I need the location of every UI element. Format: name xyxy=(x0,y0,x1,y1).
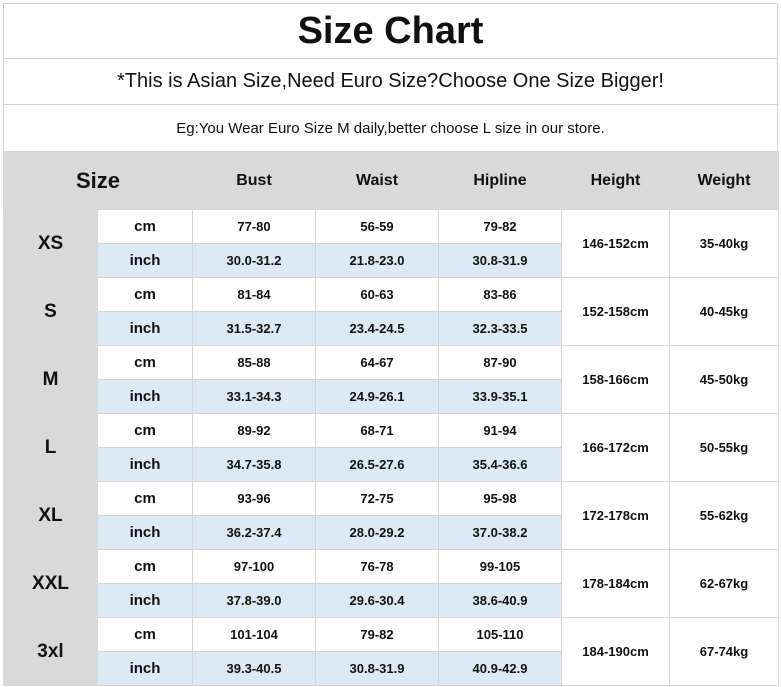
bust-inch: 30.0-31.2 xyxy=(192,243,316,278)
waist-cm: 72-75 xyxy=(315,481,439,516)
header-hipline: Hipline xyxy=(438,151,562,210)
bust-cm: 97-100 xyxy=(192,549,316,584)
page-title: Size Chart xyxy=(297,9,484,52)
hipline-inch: 38.6-40.9 xyxy=(438,583,562,618)
size-label: 3xl xyxy=(3,617,98,686)
unit-cm: cm xyxy=(97,481,193,516)
header-waist: Waist xyxy=(315,151,439,210)
hipline-inch: 32.3-33.5 xyxy=(438,311,562,346)
bust-inch: 33.1-34.3 xyxy=(192,379,316,414)
hipline-cm: 79-82 xyxy=(438,209,562,244)
hipline-inch: 30.8-31.9 xyxy=(438,243,562,278)
table-header-row: Size Bust Waist Hipline Height Weight xyxy=(3,151,779,210)
unit-inch: inch xyxy=(97,311,193,346)
waist-cm: 56-59 xyxy=(315,209,439,244)
hipline-cm: 87-90 xyxy=(438,345,562,380)
unit-cm: cm xyxy=(97,413,193,448)
hipline-inch: 37.0-38.2 xyxy=(438,515,562,550)
waist-inch: 26.5-27.6 xyxy=(315,447,439,482)
weight-range: 40-45kg xyxy=(669,277,779,346)
weight-range: 55-62kg xyxy=(669,481,779,550)
bust-cm: 85-88 xyxy=(192,345,316,380)
size-label: S xyxy=(3,277,98,346)
weight-range: 50-55kg xyxy=(669,413,779,482)
table-row-cm: XL cm 93-96 72-75 95-98 172-178cm 55-62kg xyxy=(3,481,779,550)
waist-inch: 23.4-24.5 xyxy=(315,311,439,346)
example-banner: Eg:You Wear Euro Size M daily,better cho… xyxy=(3,104,778,152)
hipline-cm: 83-86 xyxy=(438,277,562,312)
bust-inch: 31.5-32.7 xyxy=(192,311,316,346)
bust-cm: 81-84 xyxy=(192,277,316,312)
hipline-inch: 40.9-42.9 xyxy=(438,651,562,686)
unit-cm: cm xyxy=(97,209,193,244)
header-size: Size xyxy=(3,151,193,210)
bust-inch: 36.2-37.4 xyxy=(192,515,316,550)
unit-inch: inch xyxy=(97,583,193,618)
table-row-cm: XS cm 77-80 56-59 79-82 146-152cm 35-40kg xyxy=(3,209,779,278)
hipline-cm: 99-105 xyxy=(438,549,562,584)
unit-cm: cm xyxy=(97,277,193,312)
size-label: XL xyxy=(3,481,98,550)
bust-inch: 37.8-39.0 xyxy=(192,583,316,618)
size-label: M xyxy=(3,345,98,414)
size-example-note: Eg:You Wear Euro Size M daily,better cho… xyxy=(176,119,605,137)
height-range: 184-190cm xyxy=(561,617,670,686)
waist-cm: 68-71 xyxy=(315,413,439,448)
hipline-cm: 95-98 xyxy=(438,481,562,516)
unit-inch: inch xyxy=(97,243,193,278)
subtitle-banner: *This is Asian Size,Need Euro Size?Choos… xyxy=(3,58,778,105)
waist-inch: 28.0-29.2 xyxy=(315,515,439,550)
table-row-cm: Scm 81-84 60-63 83-86 152-158cm 40-45kg xyxy=(3,277,779,346)
bust-inch: 34.7-35.8 xyxy=(192,447,316,482)
height-range: 158-166cm xyxy=(561,345,670,414)
waist-inch: 29.6-30.4 xyxy=(315,583,439,618)
table-row-cm: 3xl cm 101-104 79-82 105-110 184-190cm 67-74kg xyxy=(3,617,779,686)
header-height: Height xyxy=(561,151,670,210)
bust-cm: 89-92 xyxy=(192,413,316,448)
size-label: XXL xyxy=(3,549,98,618)
size-chart-page: Size Chart *This is Asian Size,Need Euro… xyxy=(3,3,779,686)
size-label: XS xyxy=(3,209,98,278)
unit-cm: cm xyxy=(97,617,193,652)
height-range: 146-152cm xyxy=(561,209,670,278)
hipline-inch: 35.4-36.6 xyxy=(438,447,562,482)
title-banner: Size Chart xyxy=(3,3,778,59)
table-row-cm: Lcm 89-92 68-71 91-94 166-172cm 50-55kg xyxy=(3,413,779,482)
unit-inch: inch xyxy=(97,651,193,686)
waist-inch: 30.8-31.9 xyxy=(315,651,439,686)
height-range: 152-158cm xyxy=(561,277,670,346)
waist-cm: 64-67 xyxy=(315,345,439,380)
waist-inch: 24.9-26.1 xyxy=(315,379,439,414)
weight-range: 45-50kg xyxy=(669,345,779,414)
bust-cm: 93-96 xyxy=(192,481,316,516)
table-row-cm: Mcm 85-88 64-67 87-90 158-166cm 45-50kg xyxy=(3,345,779,414)
unit-inch: inch xyxy=(97,515,193,550)
weight-range: 67-74kg xyxy=(669,617,779,686)
bust-inch: 39.3-40.5 xyxy=(192,651,316,686)
table-row-cm: XXL cm 97-100 76-78 99-105 178-184cm 62-67kg xyxy=(3,549,779,618)
unit-cm: cm xyxy=(97,549,193,584)
hipline-cm: 91-94 xyxy=(438,413,562,448)
unit-inch: inch xyxy=(97,447,193,482)
weight-range: 35-40kg xyxy=(669,209,779,278)
size-table: Size Bust Waist Hipline Height Weight XS… xyxy=(3,151,779,686)
waist-cm: 76-78 xyxy=(315,549,439,584)
hipline-cm: 105-110 xyxy=(438,617,562,652)
header-weight: Weight xyxy=(669,151,779,210)
waist-cm: 79-82 xyxy=(315,617,439,652)
unit-cm: cm xyxy=(97,345,193,380)
height-range: 178-184cm xyxy=(561,549,670,618)
height-range: 166-172cm xyxy=(561,413,670,482)
asian-size-notice: *This is Asian Size,Need Euro Size?Choos… xyxy=(117,70,664,92)
unit-inch: inch xyxy=(97,379,193,414)
weight-range: 62-67kg xyxy=(669,549,779,618)
header-bust: Bust xyxy=(192,151,316,210)
size-label: L xyxy=(3,413,98,482)
hipline-inch: 33.9-35.1 xyxy=(438,379,562,414)
waist-cm: 60-63 xyxy=(315,277,439,312)
waist-inch: 21.8-23.0 xyxy=(315,243,439,278)
height-range: 172-178cm xyxy=(561,481,670,550)
bust-cm: 101-104 xyxy=(192,617,316,652)
bust-cm: 77-80 xyxy=(192,209,316,244)
